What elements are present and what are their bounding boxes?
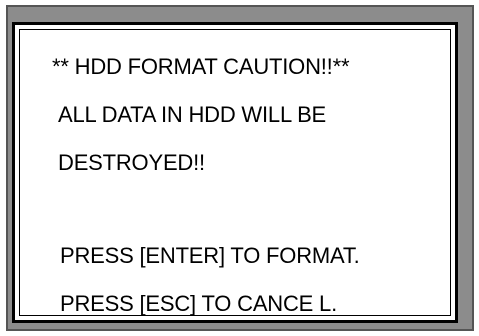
caution-title: ** HDD FORMAT CAUTION!!** <box>52 54 350 79</box>
warning-text-line-2: DESTROYED!! <box>58 150 205 175</box>
warning-text-line-1: ALL DATA IN HDD WILL BE <box>58 102 327 127</box>
enter-format-instruction: PRESS [ENTER] TO FORMAT. <box>60 243 360 268</box>
esc-cancel-instruction: PRESS [ESC] TO CANCE L. <box>60 291 338 316</box>
hdd-format-caution-dialog: ** HDD FORMAT CAUTION!!** ALL DATA IN HD… <box>12 22 458 323</box>
